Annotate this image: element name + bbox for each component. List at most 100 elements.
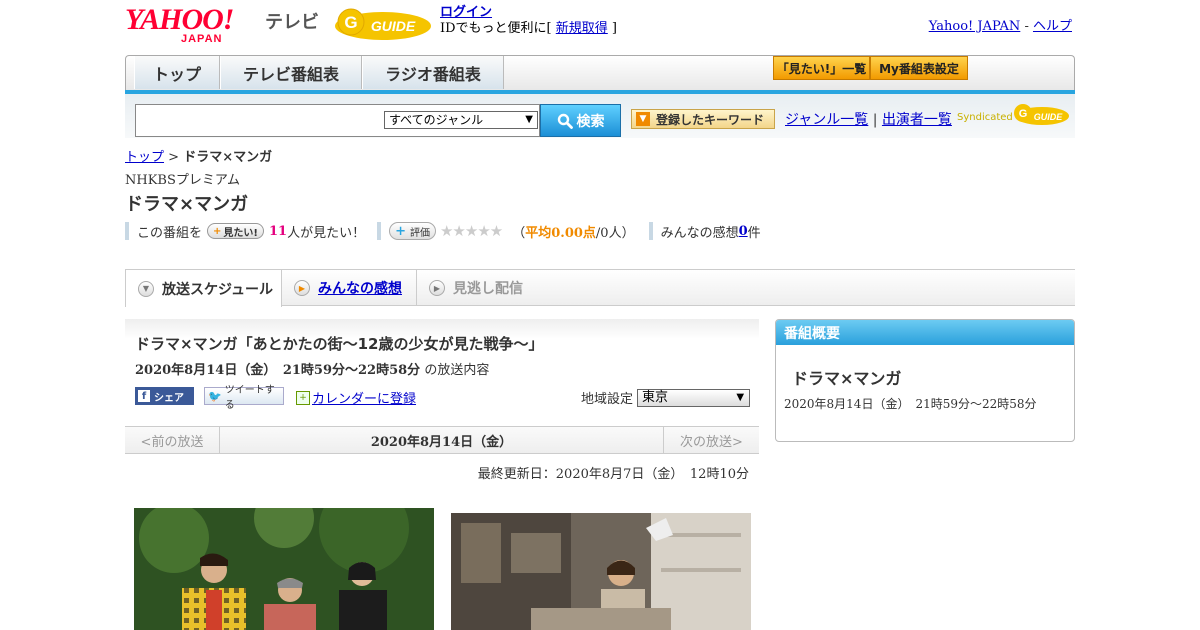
tweet-button[interactable]: 🐦 ツイートする [204,385,284,411]
calendar-icon: + [296,390,310,405]
channel-name: NHKBSプレミアム [125,173,240,188]
dropdown-arrow-icon: ▼ [736,391,745,403]
divider [125,222,129,240]
next-broadcast-button: 次の放送> [663,427,759,453]
nav-tab-top[interactable]: トップ [134,56,220,89]
genre-select-value: すべてのジャンル [389,113,484,127]
genre-select[interactable]: すべてのジャンル ▼ [384,111,538,129]
review-suffix: 件 [747,225,761,241]
login-link[interactable]: ログイン [440,5,492,20]
breadcrumb: トップ > ドラマ×マンガ [125,146,272,165]
avg-open: （ [512,225,526,241]
twitter-bird-icon: 🐦 [208,389,222,403]
g-guide-logo: G GUIDE [333,6,433,42]
facebook-share-button[interactable]: f シェア [135,387,194,405]
performer-list-link[interactable]: 出演者一覧 [882,112,952,128]
star-rating: ★★★★★ [439,222,503,240]
episode-date: 2020年8月14日（金） 21時59分～22時58分 の放送内容 [135,359,489,378]
login-text-before: IDでもっと便利に[ [440,21,556,36]
page-title: ドラマ×マンガ [125,194,249,215]
mitai-button[interactable]: + 見たい! [207,223,264,239]
triangle-down-icon: ▼ [636,112,650,126]
facebook-share-label: シェア [154,392,184,404]
divider [648,222,653,240]
avg-score: 平均0.00点 [525,225,596,241]
tab-label: みんなの感想 [318,281,402,297]
syndicated-label: Syndicated [957,112,1013,123]
previous-broadcast-button: <前の放送 [125,427,220,453]
program-overview-heading: 番組概要 [776,320,1074,345]
tab-reviews[interactable]: ▶ みんなの感想 [282,270,417,306]
signup-link[interactable]: 新規取得 [556,21,608,36]
genre-links: ジャンル一覧 | 出演者一覧 [785,109,952,129]
calendar-register-link[interactable]: カレンダーに登録 [312,388,416,407]
svg-text:G: G [344,13,357,32]
rating-row: この番組を + 見たい! 11 人が見たい！ + 評価 ★★★★★ （ 平均0.00… [125,221,761,241]
episode-date-suffix: の放送内容 [420,363,490,378]
breadcrumb-separator: > [164,150,184,165]
scene-photo-image [451,513,751,630]
top-link-separator: - [1020,19,1033,34]
my-schedule-settings-button[interactable]: My番組表設定 [870,56,968,80]
program-tabs: ▼ 放送スケジュール ▶ みんなの感想 ▶ 見逃し配信 [125,269,1075,307]
mitai-count: 11 [268,223,288,239]
program-overview-title: ドラマ×マンガ [792,369,902,388]
search-button[interactable]: 検索 [540,104,621,137]
logo-yahoo-text: YAHOO! [125,3,234,36]
tab-missed-streaming: ▶ 見逃し配信 [417,270,547,306]
svg-text:GUIDE: GUIDE [1034,112,1064,122]
logo-tv-text[interactable]: テレビ [265,8,319,34]
episode-photo-cast [134,508,434,630]
breadcrumb-current: ドラマ×マンガ [183,150,273,165]
program-overview-date: 2020年8月14日（金） 21時59分～22時58分 [784,397,1037,411]
rate-button[interactable]: + 評価 [389,222,436,240]
avg-count: /0人） [595,225,635,241]
plus-icon: + [213,225,222,237]
nav-tab-tv-schedule[interactable]: テレビ番組表 [220,56,362,89]
cast-photo-image [134,508,434,630]
genre-link-separator: | [868,112,882,128]
broadcast-pager: <前の放送 2020年8月14日（金） 次の放送> [125,426,759,454]
help-link[interactable]: ヘルプ [1033,19,1072,34]
tab-broadcast-schedule[interactable]: ▼ 放送スケジュール [125,270,282,307]
chevron-right-icon: ▶ [429,280,445,296]
tweet-button-label: ツイートする [224,385,275,411]
mitai-suffix: 人が見たい！ [287,225,366,241]
top-links: Yahoo! JAPAN - ヘルプ [929,15,1072,34]
registered-keyword-button[interactable]: ▼ 登録したキーワード [631,109,775,129]
yahoo-japan-logo[interactable]: YAHOO! JAPAN [125,3,234,45]
search-button-label: 検索 [576,113,605,130]
breadcrumb-top-link[interactable]: トップ [125,150,164,165]
mitai-list-button[interactable]: 「見たい!」一覧 [773,56,870,80]
facebook-icon: f [138,390,150,402]
episode-photo-scene [451,513,751,630]
chevron-down-icon: ▼ [138,280,154,297]
divider [377,222,382,240]
region-select-value: 東京 [642,389,669,405]
yahoo-japan-link[interactable]: Yahoo! JAPAN [929,19,1021,34]
pager-current-date: 2020年8月14日（金） [370,434,513,450]
mitai-button-label: 見たい! [223,227,258,239]
g-guide-small-logo-icon: G GUIDE [1014,104,1069,125]
g-guide-logo-icon: G GUIDE [335,8,431,40]
svg-text:GUIDE: GUIDE [371,18,416,34]
genre-list-link[interactable]: ジャンル一覧 [785,112,868,128]
mitai-prefix: この番組を [137,225,203,241]
region-label: 地域設定 [581,392,634,407]
last-updated: 最終更新日：2020年8月7日（金） 12時10分 [477,467,749,482]
nav-tab-radio-schedule[interactable]: ラジオ番組表 [362,56,504,89]
tab-label: 見逃し配信 [453,281,523,297]
episode-date-time: 2020年8月14日（金） 21時59分～22時58分 [135,363,421,378]
calendar-register: + カレンダーに登録 [296,388,416,407]
review-count-link[interactable]: 0 [739,224,748,239]
region-select[interactable]: 東京 ▼ [637,388,751,407]
review-label: みんなの感想 [660,225,739,241]
rate-button-label: 評価 [409,227,430,239]
region-setting: 地域設定 東京 ▼ [581,388,751,407]
search-icon [557,113,573,129]
tab-label: 放送スケジュール [162,281,274,298]
chevron-right-icon: ▶ [294,280,310,296]
registered-keyword-label: 登録したキーワード [656,112,765,127]
plus-icon: + [395,223,406,239]
syndicated-g-guide-logo: G GUIDE [1012,102,1070,126]
